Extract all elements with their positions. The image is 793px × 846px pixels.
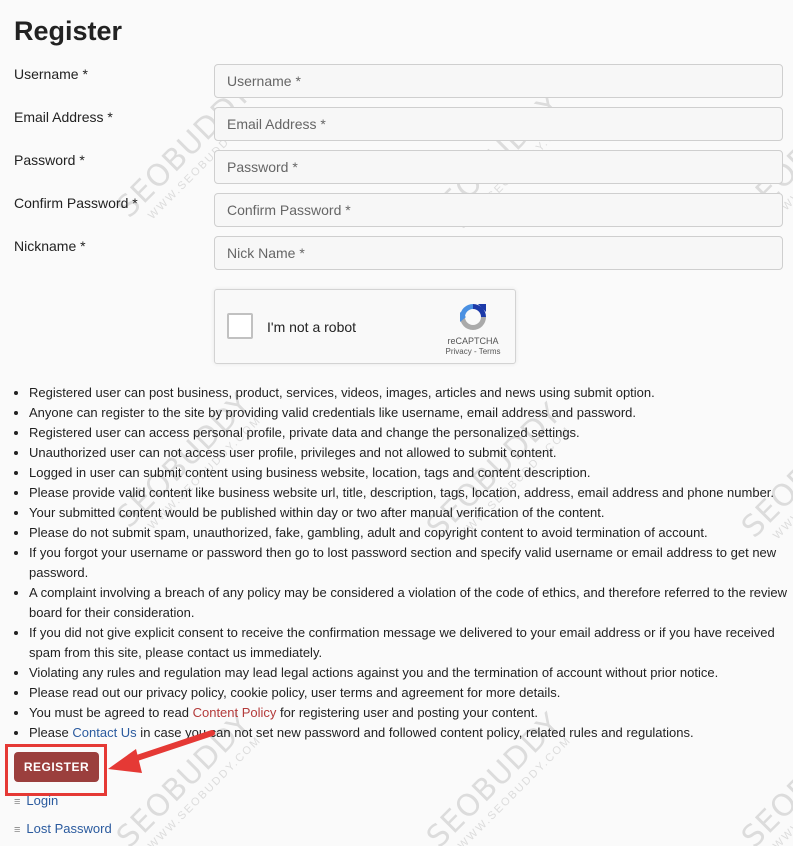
recaptcha-icon: [460, 304, 486, 330]
policy-text-before: You must be agreed to read: [29, 705, 193, 720]
username-row: Username *: [14, 64, 783, 100]
password-label: Password *: [14, 152, 85, 168]
login-link[interactable]: Login: [26, 793, 58, 808]
lost-password-link[interactable]: Lost Password: [26, 821, 111, 836]
recaptcha-label: I'm not a robot: [267, 319, 357, 335]
list-item-policy: You must be agreed to read Content Polic…: [29, 703, 793, 723]
list-item: Registered user can access personal prof…: [29, 423, 793, 443]
email-input[interactable]: [214, 107, 783, 141]
list-item: Please do not submit spam, unauthorized,…: [29, 523, 793, 543]
list-item: Anyone can register to the site by provi…: [29, 403, 793, 423]
password-row: Password *: [14, 150, 783, 186]
list-item: If you did not give explicit consent to …: [29, 623, 793, 663]
recaptcha-privacy-link[interactable]: Privacy: [446, 347, 472, 356]
list-item: Logged in user can submit content using …: [29, 463, 793, 483]
page-title: Register: [14, 16, 123, 46]
recaptcha-checkbox[interactable]: [227, 313, 253, 339]
registration-info-list: Registered user can post business, produ…: [14, 383, 793, 743]
annotation-arrow-icon: [108, 730, 215, 773]
recaptcha-widget: I'm not a robot reCAPTCHA Privacy - Term…: [214, 289, 516, 364]
recaptcha-terms-line: Privacy - Terms: [443, 347, 503, 356]
email-row: Email Address *: [14, 107, 783, 143]
lost-password-nav-item: ≡ Lost Password: [14, 821, 112, 836]
nickname-input[interactable]: [214, 236, 783, 270]
list-item: Violating any rules and regulation may l…: [29, 663, 793, 683]
confirm-password-row: Confirm Password *: [14, 193, 783, 229]
username-label: Username *: [14, 66, 88, 82]
policy-text-after: for registering user and posting your co…: [276, 705, 539, 720]
contact-text-before: Please: [29, 725, 73, 740]
contact-text-after: in case you can not set new password and…: [136, 725, 694, 740]
list-item: Registered user can post business, produ…: [29, 383, 793, 403]
content-policy-link[interactable]: Content Policy: [193, 705, 277, 720]
list-bullet-icon: ≡: [14, 796, 21, 808]
username-input[interactable]: [214, 64, 783, 98]
recaptcha-separator: -: [471, 347, 479, 356]
list-bullet-icon: ≡: [14, 824, 21, 836]
list-item: Please provide valid content like busine…: [29, 483, 793, 503]
recaptcha-logo: reCAPTCHA Privacy - Terms: [443, 300, 503, 356]
nickname-label: Nickname *: [14, 238, 86, 254]
nickname-row: Nickname *: [14, 236, 783, 272]
list-item: Your submitted content would be publishe…: [29, 503, 793, 523]
login-nav-item: ≡ Login: [14, 793, 58, 808]
list-item: Unauthorized user can not access user pr…: [29, 443, 793, 463]
email-label: Email Address *: [14, 109, 113, 125]
password-input[interactable]: [214, 150, 783, 184]
list-item: A complaint involving a breach of any po…: [29, 583, 793, 623]
recaptcha-terms-link[interactable]: Terms: [479, 347, 501, 356]
confirm-password-input[interactable]: [214, 193, 783, 227]
highlight-box: [5, 744, 107, 796]
list-item: If you forgot your username or password …: [29, 543, 793, 583]
list-item: Please read out our privacy policy, cook…: [29, 683, 793, 703]
confirm-password-label: Confirm Password *: [14, 195, 138, 211]
recaptcha-brand: reCAPTCHA: [447, 336, 499, 346]
